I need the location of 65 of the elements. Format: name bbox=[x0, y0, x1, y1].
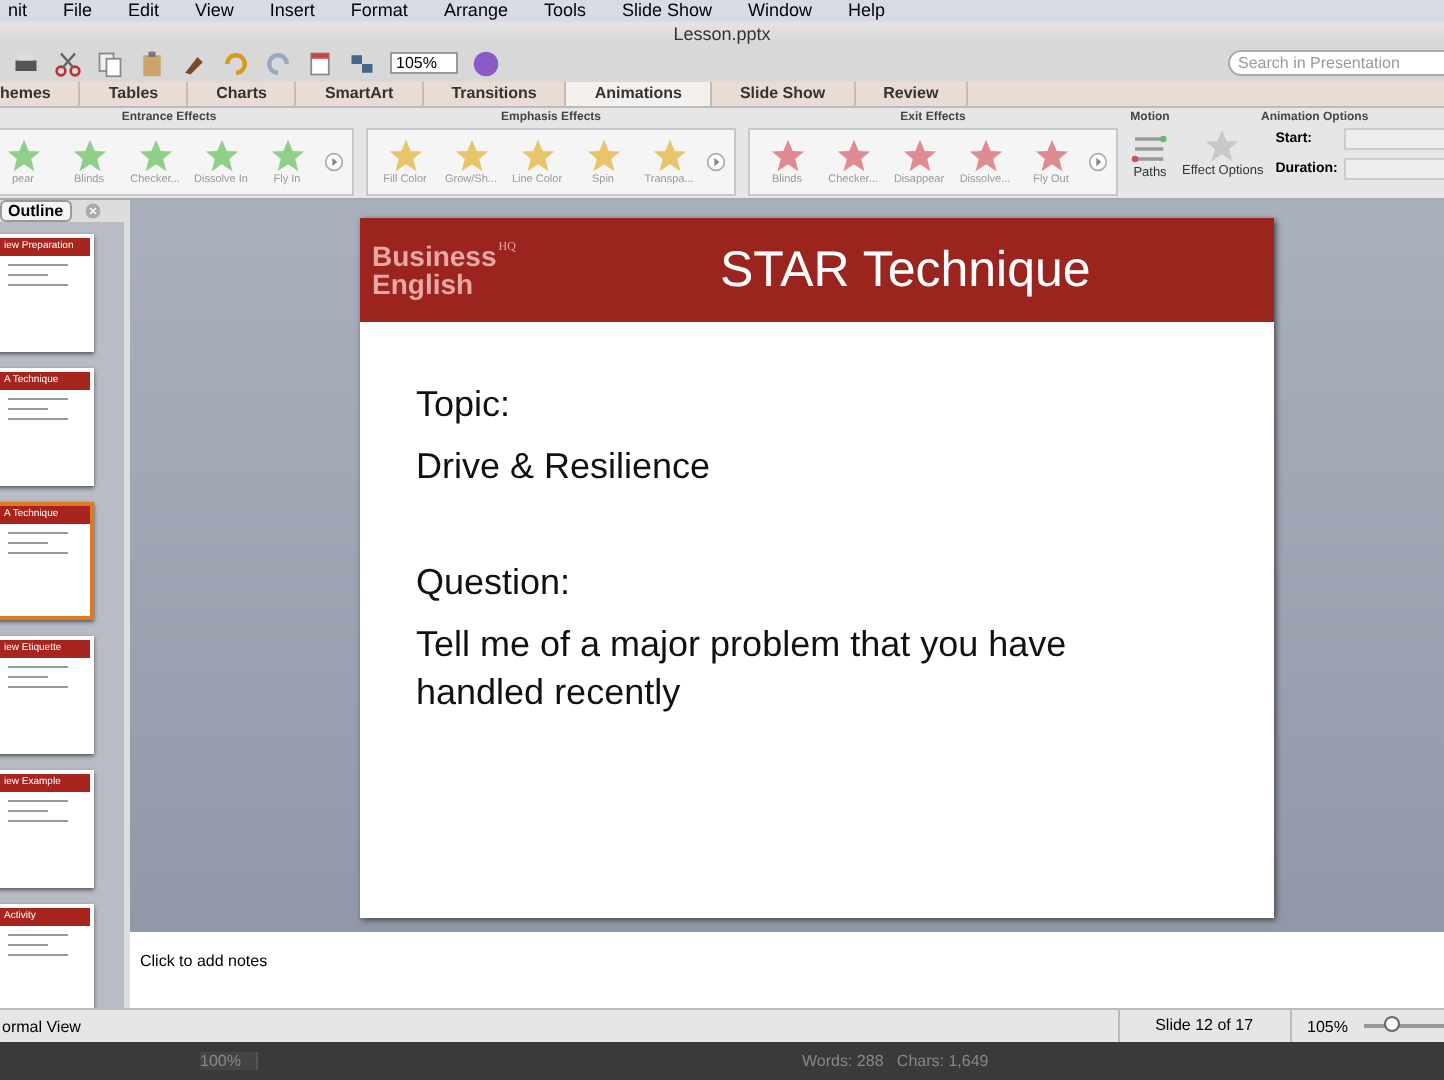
star-icon[interactable] bbox=[835, 138, 871, 174]
slide-text: Question: bbox=[416, 562, 573, 604]
star-icon[interactable] bbox=[1204, 128, 1241, 164]
menu-item[interactable]: Tools bbox=[543, 0, 586, 22]
more-icon[interactable] bbox=[706, 152, 726, 172]
star-icon[interactable] bbox=[967, 138, 1003, 174]
zoom-dropdown[interactable]: 105% bbox=[390, 52, 459, 74]
star-icon[interactable] bbox=[269, 138, 305, 174]
start-field[interactable] bbox=[1343, 128, 1444, 150]
paths-icon[interactable] bbox=[1130, 132, 1170, 166]
paste-icon[interactable] bbox=[138, 49, 166, 77]
menu-item[interactable]: Window bbox=[748, 0, 813, 22]
ribbon-tab[interactable]: Tables bbox=[80, 82, 189, 106]
ribbon-tab[interactable]: Charts bbox=[188, 82, 297, 106]
star-icon[interactable] bbox=[387, 138, 423, 174]
star-icon[interactable] bbox=[71, 138, 107, 174]
star-icon[interactable] bbox=[137, 138, 173, 174]
star-icon[interactable] bbox=[1033, 138, 1069, 174]
menu-item[interactable]: Edit bbox=[128, 0, 160, 22]
slide-text: Tell me of a major problem that you have handled recently bbox=[416, 622, 1069, 716]
star-icon[interactable] bbox=[519, 138, 555, 174]
slide-icon[interactable] bbox=[306, 49, 334, 77]
menu-item[interactable]: Help bbox=[848, 0, 886, 22]
menu-item[interactable]: nit bbox=[8, 0, 28, 22]
menu-item[interactable]: Arrange bbox=[443, 0, 508, 22]
star-icon[interactable] bbox=[651, 138, 687, 174]
ribbon-tab[interactable]: Animations bbox=[566, 82, 712, 106]
ribbon-tab[interactable]: Slide Show bbox=[711, 82, 856, 106]
window-title: Lesson.pptx bbox=[673, 22, 771, 44]
redo-icon[interactable] bbox=[264, 49, 292, 77]
ribbon-tab[interactable]: Review bbox=[855, 82, 969, 106]
more-icon[interactable] bbox=[1088, 152, 1108, 172]
star-icon[interactable] bbox=[769, 138, 805, 174]
star-icon[interactable] bbox=[585, 138, 621, 174]
close-icon[interactable] bbox=[83, 202, 102, 220]
slide-text: Topic: bbox=[416, 384, 513, 426]
help-icon[interactable] bbox=[472, 49, 501, 77]
menu-item[interactable]: Insert bbox=[269, 0, 315, 22]
outline-tab[interactable]: Outline bbox=[0, 200, 72, 222]
star-icon[interactable] bbox=[453, 138, 489, 174]
view-label: ormal View bbox=[2, 1017, 81, 1035]
logo-text: Business bbox=[372, 242, 497, 270]
word-count: Words: 288 Chars: 1,649 bbox=[802, 1052, 989, 1070]
duration-field[interactable] bbox=[1343, 158, 1444, 180]
star-icon[interactable] bbox=[5, 138, 41, 174]
menu-item[interactable]: View bbox=[195, 0, 234, 22]
undo-icon[interactable] bbox=[222, 49, 250, 77]
menu-item[interactable]: Slide Show bbox=[621, 0, 713, 22]
gallery-icon[interactable] bbox=[348, 49, 376, 77]
search-field[interactable]: Search in Presentation bbox=[1228, 50, 1444, 76]
star-icon[interactable] bbox=[203, 138, 239, 174]
zoom-slider-thumb[interactable] bbox=[1383, 1016, 1400, 1032]
zoom-label: 105% bbox=[1305, 1017, 1350, 1035]
more-icon[interactable] bbox=[324, 152, 344, 172]
slide-title: STAR Technique bbox=[720, 241, 1091, 299]
notes-placeholder[interactable]: Click to add notes bbox=[140, 951, 268, 970]
ribbon-tab[interactable]: SmartArt bbox=[296, 82, 424, 106]
menu-item[interactable]: File bbox=[63, 0, 93, 22]
slide-text: Drive & Resilience bbox=[416, 444, 713, 490]
ribbon-tab[interactable]: hemes bbox=[0, 82, 81, 106]
star-icon[interactable] bbox=[901, 138, 937, 174]
copy-icon[interactable] bbox=[96, 49, 124, 77]
scissors-icon[interactable] bbox=[54, 49, 82, 77]
logo-text: English bbox=[372, 270, 476, 298]
menu-item[interactable]: Format bbox=[350, 0, 408, 22]
